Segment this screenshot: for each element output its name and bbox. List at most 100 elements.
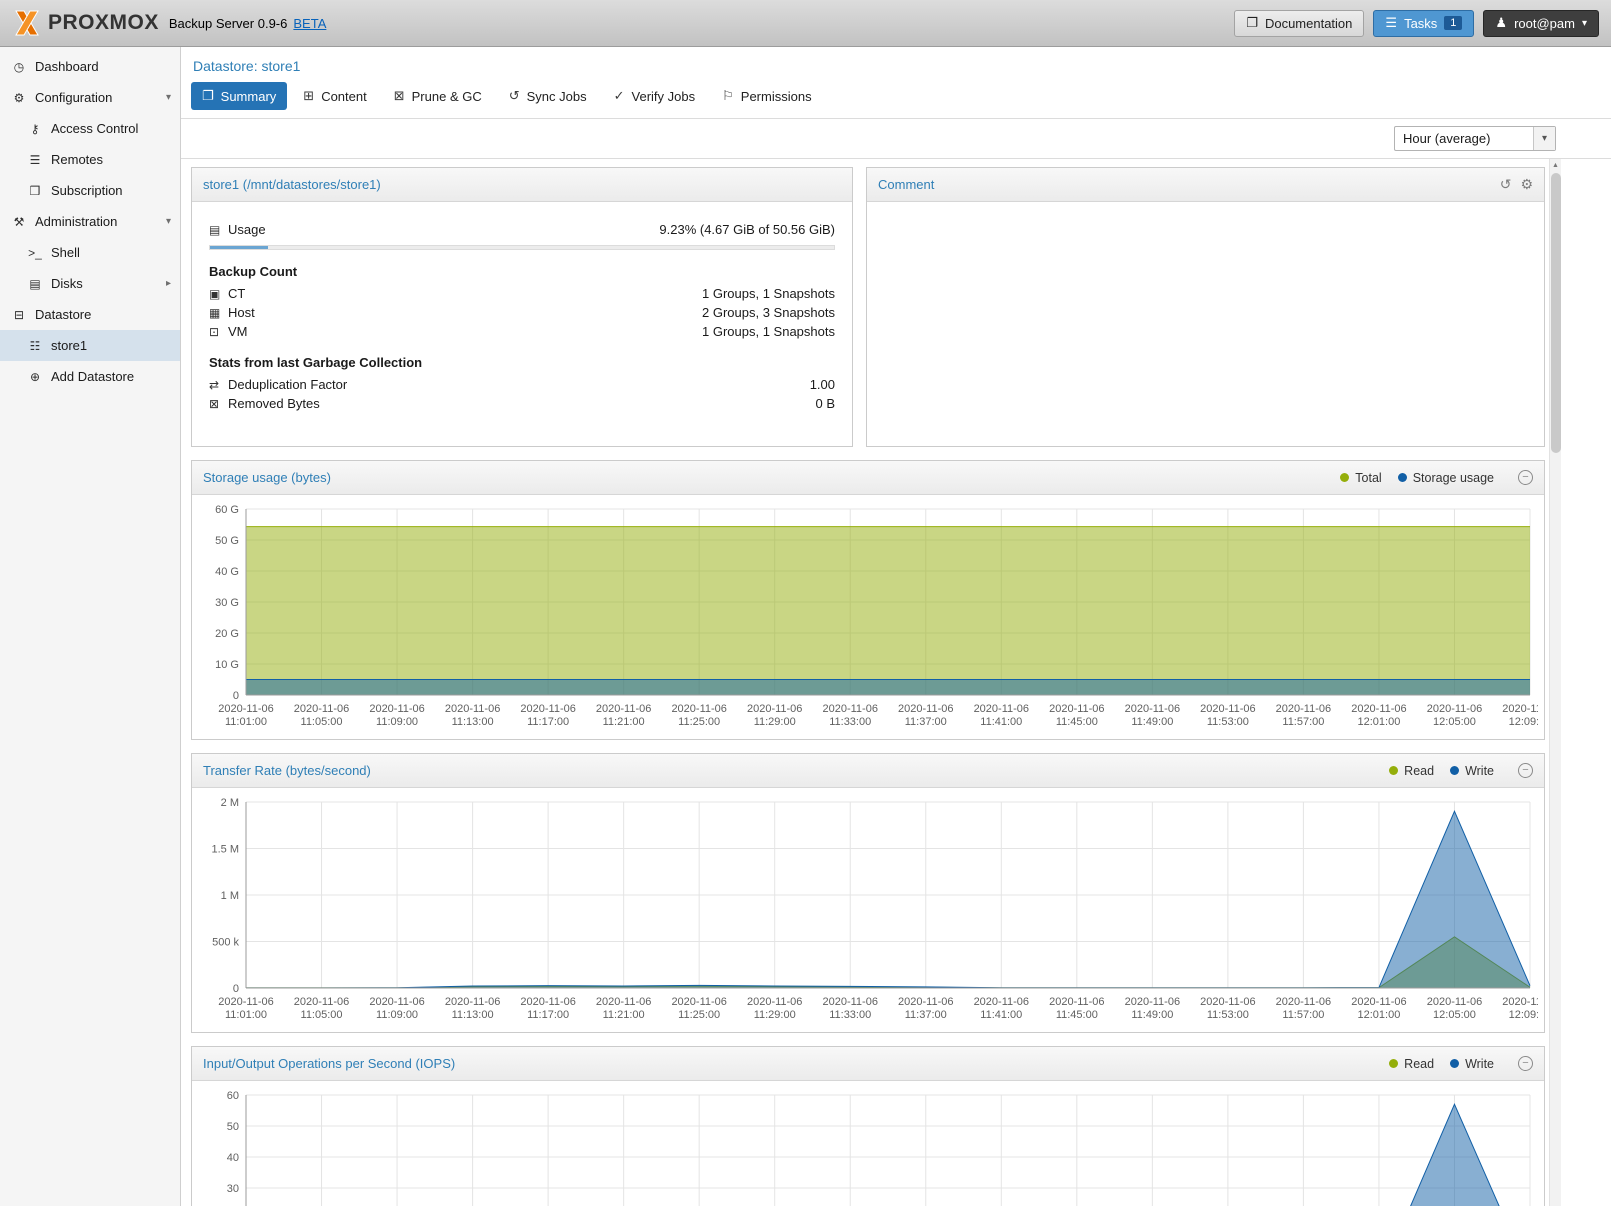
svg-text:11:01:00: 11:01:00 [225,1009,267,1021]
svg-text:11:17:00: 11:17:00 [527,716,569,728]
grid-icon: ⊞ [303,88,314,104]
svg-text:2020-11-06: 2020-11-06 [369,703,424,715]
usage-progress-bar [209,245,835,250]
refresh-icon[interactable]: ↺ [1500,176,1512,193]
sidebar-item-dashboard[interactable]: ◷ Dashboard [0,51,180,82]
collapse-icon[interactable]: − [1518,763,1533,778]
user-icon: ♟ [1495,15,1507,31]
svg-text:1.5 M: 1.5 M [211,844,239,856]
sync-icon: ↺ [509,88,520,104]
svg-text:11:21:00: 11:21:00 [603,716,645,728]
svg-text:12:01:00: 12:01:00 [1358,1009,1401,1021]
svg-text:2020-11-06: 2020-11-06 [1200,996,1255,1008]
chevron-down-icon: ▾ [1582,18,1587,29]
svg-text:20 G: 20 G [215,628,239,640]
combo-trigger-button[interactable]: ▾ [1533,127,1555,150]
svg-text:11:57:00: 11:57:00 [1282,716,1324,728]
legend-write[interactable]: Write [1450,1057,1494,1071]
sidebar-item-label: Access Control [51,121,138,136]
vm-row: ⊡ VM 1 Groups, 1 Snapshots [209,322,835,341]
svg-text:12:05:00: 12:05:00 [1433,716,1476,728]
legend-write[interactable]: Write [1450,764,1494,778]
collapse-icon[interactable]: − [1518,1056,1533,1071]
svg-text:30: 30 [227,1183,239,1195]
trash-icon: ⊠ [394,88,405,104]
legend-dot [1389,766,1398,775]
tab-label: Prune & GC [412,89,482,104]
svg-text:2020-11-06: 2020-11-06 [1276,703,1331,715]
tasks-badge: 1 [1444,16,1462,30]
sidebar-item-disks[interactable]: ▤ Disks ▸ [0,268,180,299]
cube-icon: ▣ [209,287,228,301]
iops-chart-body: 60504030201002020-11-0611:01:002020-11-0… [192,1081,1544,1206]
chevron-down-icon: ▾ [166,92,171,103]
comment-panel: Comment ↺ ⚙ [866,167,1545,447]
sidebar-item-subscription[interactable]: ❒ Subscription [0,175,180,206]
svg-text:2020-11-06: 2020-11-06 [445,996,500,1008]
usage-label: Usage [228,222,266,237]
sidebar-item-remotes[interactable]: ☰ Remotes [0,144,180,175]
main-layout: ◷ Dashboard ⚙ Configuration ▾ ⚷ Access C… [0,47,1611,1206]
ct-value: 1 Groups, 1 Snapshots [702,286,835,301]
brand-text: PROXMOX [48,11,159,35]
svg-text:1 M: 1 M [221,890,239,902]
chevron-right-icon: ▸ [166,278,171,289]
monitor-icon: ⊡ [209,325,228,339]
sidebar-item-store1[interactable]: ☷ store1 [0,330,180,361]
legend-read[interactable]: Read [1389,1057,1434,1071]
iops-header: Input/Output Operations per Second (IOPS… [192,1047,1544,1081]
svg-text:11:49:00: 11:49:00 [1131,716,1173,728]
sidebar-item-access-control[interactable]: ⚷ Access Control [0,113,180,144]
svg-text:2020-11-06: 2020-11-06 [294,703,349,715]
tab-prune-gc[interactable]: ⊠ Prune & GC [383,82,493,110]
beta-link[interactable]: BETA [293,16,326,31]
documentation-button[interactable]: ❐ Documentation [1234,10,1364,37]
vertical-scrollbar[interactable]: ▲ [1549,159,1561,1206]
transfer-rate-chart-body: 2 M1.5 M1 M500 k02020-11-0611:01:002020-… [192,788,1544,1033]
legend-dot [1398,473,1407,482]
sidebar-item-label: Administration [35,214,117,229]
svg-text:2020-11-06: 2020-11-06 [898,703,953,715]
scroll-up-button[interactable]: ▲ [1550,159,1561,172]
disk-icon: ▤ [27,277,43,291]
archive-icon: ⊟ [11,308,27,322]
sidebar-item-add-datastore[interactable]: ⊕ Add Datastore [0,361,180,392]
chevron-down-icon: ▾ [166,216,171,227]
list-icon: ☰ [1385,15,1397,31]
tasks-button[interactable]: ☰ Tasks 1 [1373,10,1474,37]
legend-total[interactable]: Total [1340,471,1381,485]
transfer-rate-panel: Transfer Rate (bytes/second) Read Write … [191,753,1545,1033]
svg-text:11:45:00: 11:45:00 [1056,1009,1098,1021]
host-value: 2 Groups, 3 Snapshots [702,305,835,320]
tab-permissions[interactable]: ⚐ Permissions [711,82,822,110]
tab-content[interactable]: ⊞ Content [292,82,377,110]
tab-verify-jobs[interactable]: ✓ Verify Jobs [603,82,707,110]
svg-text:11:29:00: 11:29:00 [754,716,796,728]
time-range-select[interactable]: Hour (average) ▾ [1394,126,1556,151]
svg-text:12:09:00: 12:09:00 [1509,716,1538,728]
storage-usage-chart: 60 G50 G40 G30 G20 G10 G02020-11-0611:01… [198,503,1538,733]
sidebar-item-shell[interactable]: >_ Shell [0,237,180,268]
usage-row: ▤ Usage 9.23% (4.67 GiB of 50.56 GiB) [209,220,835,239]
chart-legend: Read Write − [1389,763,1533,778]
user-menu-button[interactable]: ♟ root@pam ▾ [1483,10,1599,37]
collapse-icon[interactable]: − [1518,470,1533,485]
tab-summary[interactable]: ❐ Summary [191,82,287,110]
legend-storage-usage[interactable]: Storage usage [1398,471,1494,485]
proxmox-x-icon [12,8,42,38]
comment-panel-tools: ↺ ⚙ [1500,176,1533,193]
scrollbar-thumb[interactable] [1551,173,1561,453]
sidebar-item-administration[interactable]: ⚒ Administration ▾ [0,206,180,237]
svg-text:2020-11-06: 2020-11-06 [1427,996,1482,1008]
tab-sync-jobs[interactable]: ↺ Sync Jobs [498,82,598,110]
svg-text:11:45:00: 11:45:00 [1056,716,1098,728]
sidebar-item-label: Disks [51,276,83,291]
sidebar-item-datastore[interactable]: ⊟ Datastore [0,299,180,330]
gear-icon[interactable]: ⚙ [1520,176,1533,193]
legend-read[interactable]: Read [1389,764,1434,778]
iops-chart: 60504030201002020-11-0611:01:002020-11-0… [198,1089,1538,1206]
sidebar-item-configuration[interactable]: ⚙ Configuration ▾ [0,82,180,113]
app-header: PROXMOX Backup Server 0.9-6 BETA ❐ Docum… [0,0,1611,47]
svg-text:60: 60 [227,1090,239,1102]
user-label: root@pam [1514,16,1575,31]
